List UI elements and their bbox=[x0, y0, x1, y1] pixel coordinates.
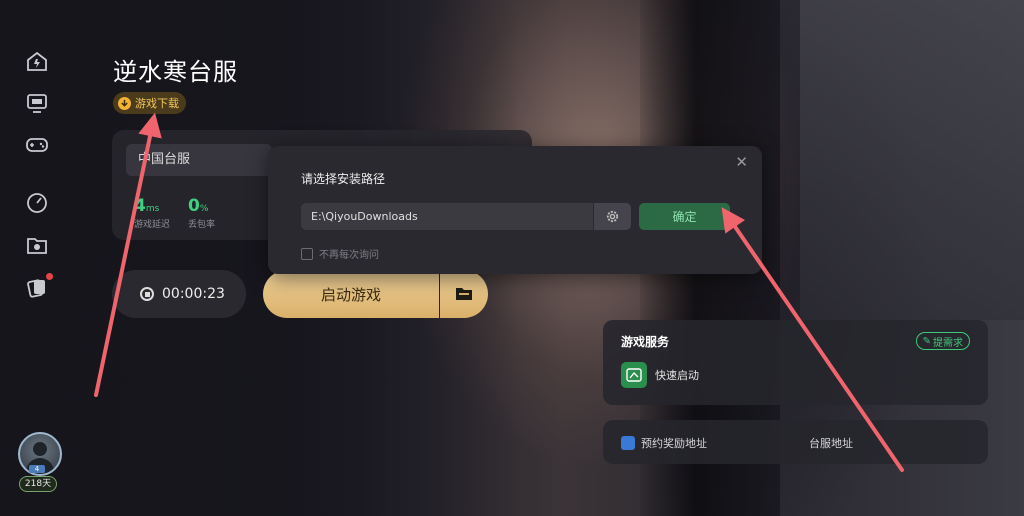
user-level: 4 bbox=[29, 465, 45, 473]
reserve-address-link[interactable]: 预约奖励地址 bbox=[621, 435, 707, 451]
gamepad-icon[interactable] bbox=[24, 134, 50, 156]
home-icon[interactable] bbox=[24, 50, 50, 72]
packet-loss-metric: 0% 丢包率 bbox=[188, 196, 216, 230]
download-label: 游戏下载 bbox=[135, 97, 179, 110]
checkbox-box bbox=[301, 247, 313, 260]
timer-value: 00:00:23 bbox=[162, 286, 225, 302]
user-profile[interactable]: 4 218天 bbox=[15, 432, 62, 492]
address-card: 预约奖励地址 台服地址 bbox=[603, 420, 988, 464]
open-folder-button[interactable] bbox=[440, 270, 488, 318]
latency-metric: 4ms 游戏延迟 bbox=[134, 196, 171, 230]
install-path-input[interactable] bbox=[301, 203, 593, 230]
monitor-icon[interactable] bbox=[24, 92, 50, 114]
folder-icon[interactable] bbox=[24, 234, 50, 256]
stop-icon bbox=[140, 287, 154, 301]
server-select[interactable]: 中国台服 bbox=[126, 144, 272, 176]
quick-start-item[interactable]: 快速启动 bbox=[621, 362, 699, 388]
request-button[interactable]: ✎ 提需求 bbox=[915, 332, 970, 350]
game-services-card: 游戏服务 ✎ 提需求 快速启动 bbox=[603, 320, 988, 405]
notification-dot bbox=[46, 273, 53, 280]
pencil-icon: ✎ bbox=[922, 335, 931, 347]
no-ask-checkbox[interactable]: 不再每次询问 bbox=[301, 246, 379, 261]
launch-game-button[interactable]: 启动游戏 bbox=[263, 270, 439, 318]
server-address-link[interactable]: 台服地址 bbox=[809, 435, 853, 451]
days-badge: 218天 bbox=[19, 476, 57, 492]
session-timer[interactable]: 00:00:23 bbox=[112, 270, 246, 318]
install-path-dialog: 请选择安装路径 ✕ 确定 不再每次询问 bbox=[268, 146, 762, 274]
folder-icon bbox=[456, 288, 472, 300]
speedometer-icon[interactable] bbox=[24, 192, 50, 214]
close-icon[interactable]: ✕ bbox=[735, 153, 748, 171]
gear-icon bbox=[606, 210, 619, 223]
download-icon bbox=[118, 96, 131, 110]
game-title: 逆水寒台服 bbox=[113, 58, 238, 86]
gift-icon bbox=[621, 436, 635, 450]
browse-path-button[interactable] bbox=[594, 203, 631, 230]
game-download-button[interactable]: 游戏下载 bbox=[113, 92, 186, 114]
sidebar: 4 218天 bbox=[0, 0, 74, 516]
services-title: 游戏服务 bbox=[621, 335, 670, 349]
dialog-title: 请选择安装路径 bbox=[301, 172, 386, 186]
quick-start-icon bbox=[621, 362, 647, 388]
confirm-button[interactable]: 确定 bbox=[639, 203, 730, 230]
cards-icon[interactable] bbox=[24, 273, 53, 298]
